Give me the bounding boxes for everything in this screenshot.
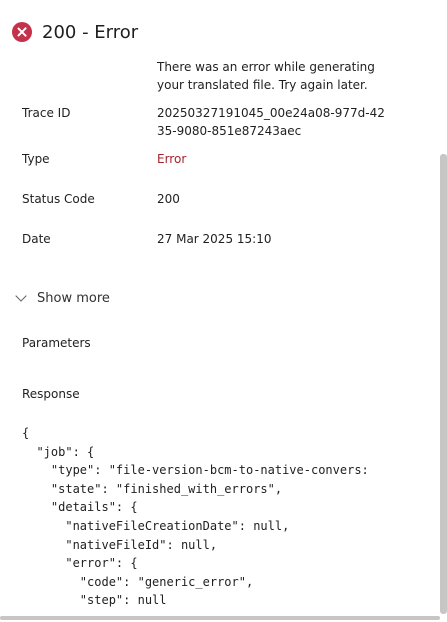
page-title: 200 - Error <box>42 21 139 43</box>
status-code-value: 200 <box>157 192 180 206</box>
detail-label: Status Code <box>22 192 95 206</box>
error-icon <box>12 22 32 42</box>
date-value: 27 Mar 2025 15:10 <box>157 232 272 246</box>
parameters-label: Parameters <box>22 336 91 350</box>
show-more-toggle[interactable]: Show more <box>15 288 110 308</box>
dialog-header: 200 - Error <box>12 18 138 46</box>
show-more-label: Show more <box>37 290 110 306</box>
vertical-scrollbar[interactable] <box>439 0 447 622</box>
detail-label: Trace ID <box>22 106 71 120</box>
response-label: Response <box>22 387 80 401</box>
detail-label: Date <box>22 232 51 246</box>
vertical-scrollbar-thumb[interactable] <box>440 154 447 614</box>
type-value: Error <box>157 152 187 166</box>
horizontal-scrollbar[interactable] <box>0 616 440 620</box>
chevron-down-icon <box>15 290 27 302</box>
trace-id-value: 20250327191045_00e24a08-977d-4235-9080-8… <box>157 106 385 138</box>
error-message: There was an error while generating your… <box>157 60 375 92</box>
response-json: { "job": { "type": "file-version-bcm-to-… <box>22 426 369 608</box>
detail-label: Type <box>22 152 50 166</box>
